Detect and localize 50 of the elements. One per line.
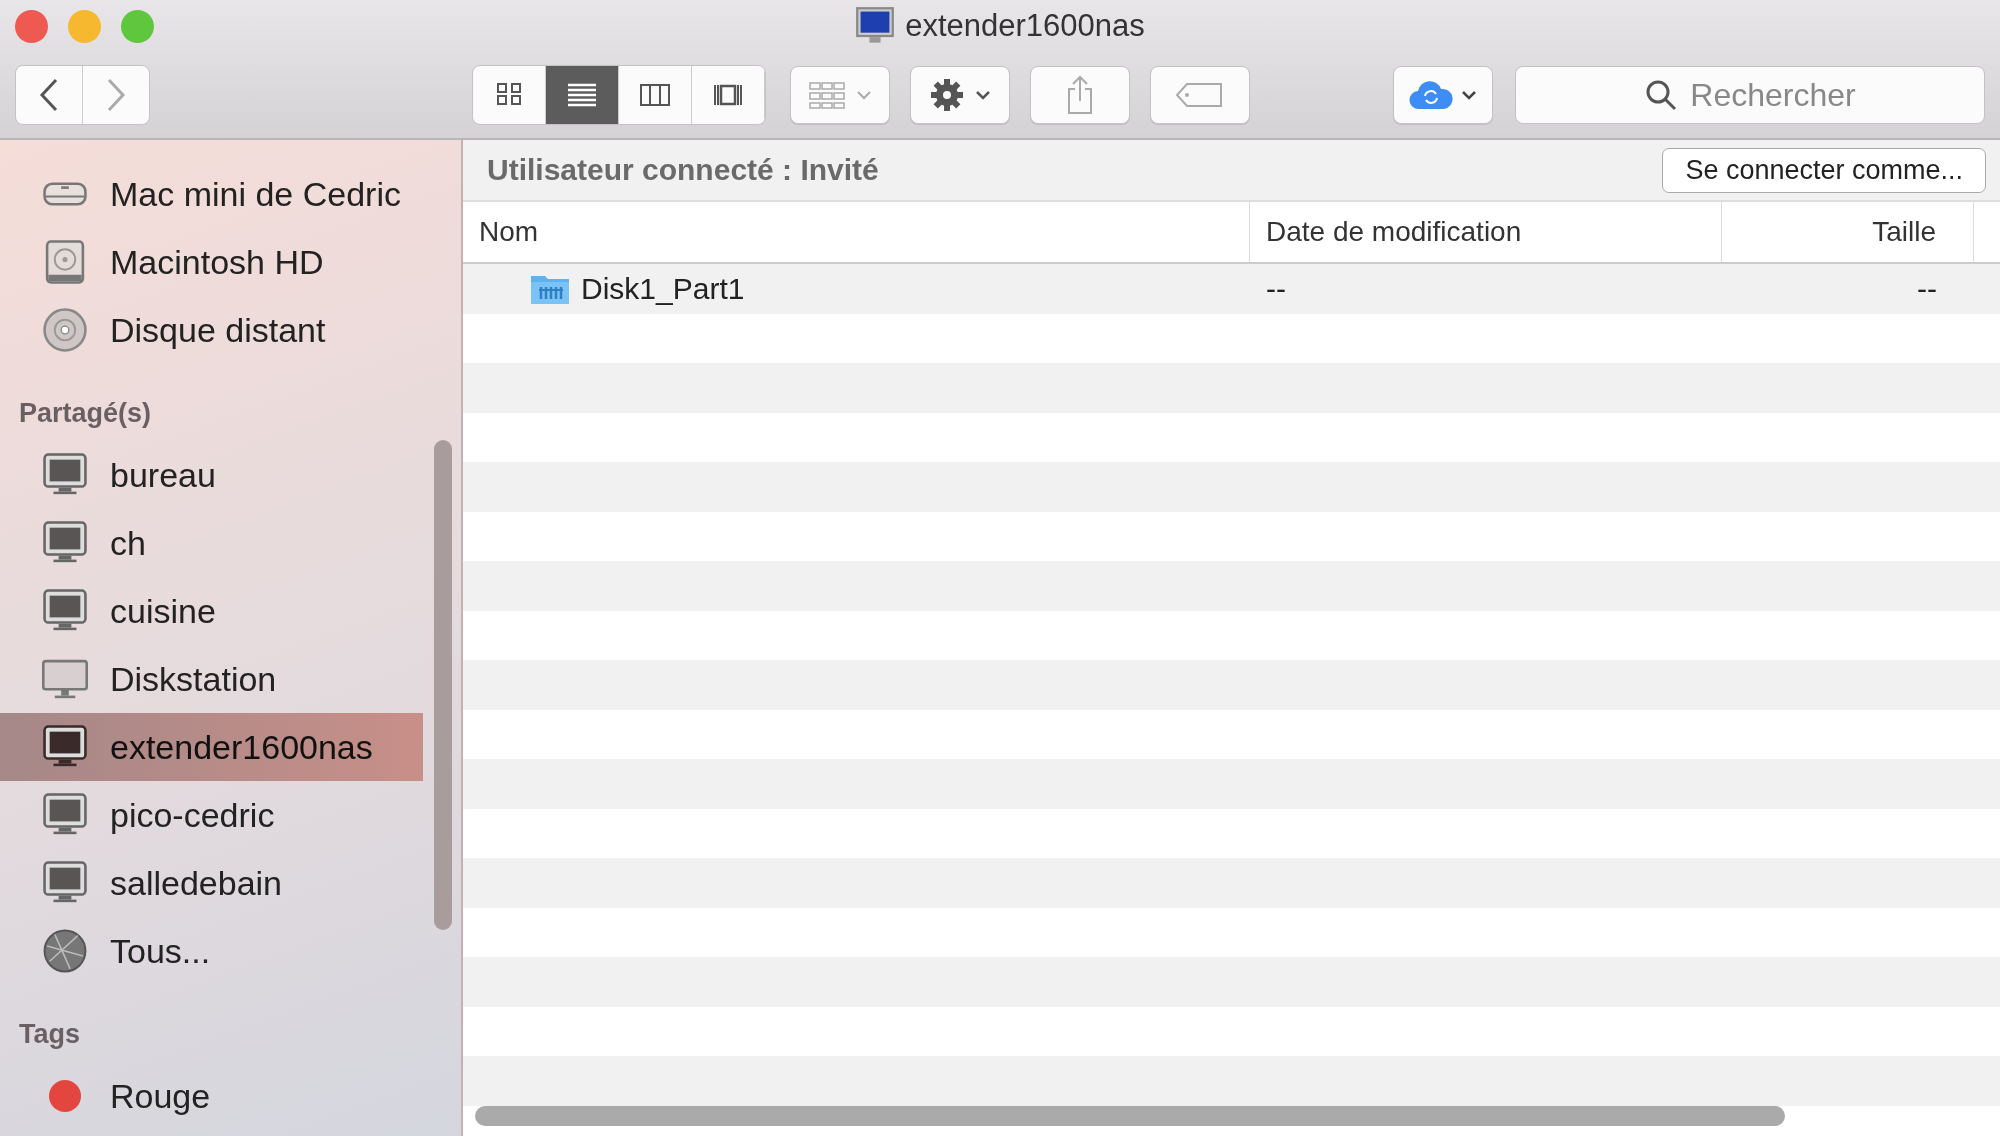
sidebar-item[interactable]: Rouge (0, 1062, 423, 1130)
sidebar-item[interactable]: Diskstation (0, 645, 423, 713)
zoom-button[interactable] (121, 9, 154, 43)
sidebar-section-title: Partagé(s) (18, 397, 153, 430)
globe-icon (42, 928, 88, 974)
action-button[interactable] (910, 66, 1010, 124)
column-view-icon (640, 84, 670, 106)
cloud-icon (1409, 79, 1453, 111)
sidebar-section-title: Tags (18, 1018, 81, 1051)
tag-icon (1175, 81, 1225, 109)
cover-flow-icon (714, 84, 742, 106)
scrollbar-thumb[interactable] (434, 440, 452, 930)
cloud-sync-button[interactable] (1393, 66, 1493, 124)
caret-icon (1461, 90, 1477, 100)
window-title: extender1600nas (905, 8, 1145, 44)
tag-button[interactable] (1150, 66, 1250, 124)
table-cell-text: -- (1916, 271, 1938, 306)
sidebar-item[interactable]: bureau (0, 441, 423, 509)
arrange-button[interactable] (790, 66, 890, 124)
sidebar-item[interactable]: Mac mini de Cedric (0, 160, 423, 228)
minimize-button[interactable] (68, 9, 101, 43)
share-button[interactable] (1030, 66, 1130, 124)
close-button[interactable] (15, 9, 48, 43)
grid-view-icon (497, 83, 521, 105)
view-mode-button[interactable] (546, 66, 619, 124)
search-icon (1644, 78, 1679, 112)
caret-icon (975, 90, 991, 100)
sidebar-item[interactable]: Tous... (0, 917, 423, 985)
column-header[interactable]: Nom (463, 202, 1250, 262)
disc-icon (42, 307, 88, 353)
sidebar-item[interactable]: ch (0, 509, 423, 577)
scrollbar-thumb[interactable] (475, 1106, 1785, 1126)
list-view-icon (567, 83, 597, 107)
table-cell-text: -- (1265, 271, 1287, 306)
column-header[interactable]: Date de modification (1250, 202, 1722, 262)
sidebar-item[interactable]: cuisine (0, 577, 423, 645)
sidebar-item[interactable]: salledebain (0, 849, 423, 917)
sidebar-item[interactable]: Macintosh HD (0, 228, 423, 296)
grid-icon (808, 80, 846, 110)
column-header[interactable]: Taille (1722, 202, 1974, 262)
sidebar-item[interactable]: Disque distant (0, 296, 423, 364)
monitor-icon (855, 6, 896, 46)
file-name[interactable]: Disk1_Part1 (581, 271, 745, 306)
gear-icon (929, 77, 965, 113)
sidebar-item[interactable]: extender1600nas (0, 713, 423, 781)
connection-status: Utilisateur connecté : Invité (487, 153, 879, 187)
sidebar-item[interactable]: pico-cedric (0, 781, 423, 849)
share-icon (1065, 75, 1095, 115)
connect-as-button[interactable]: Se connecter comme... (1662, 147, 1986, 193)
caret-icon (856, 90, 872, 100)
